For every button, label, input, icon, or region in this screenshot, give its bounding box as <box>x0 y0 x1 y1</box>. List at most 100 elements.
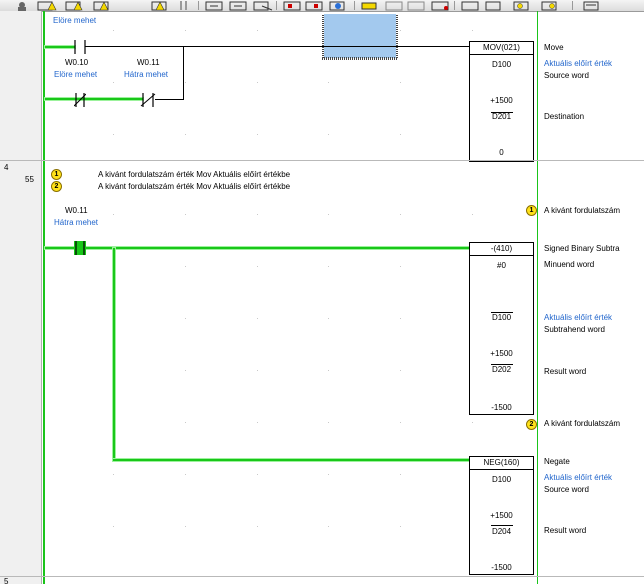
grid-dot <box>185 134 186 135</box>
grid-dot <box>328 422 329 423</box>
selected-cell[interactable] <box>324 14 396 58</box>
grid-dot <box>472 422 473 423</box>
contact-nc[interactable] <box>140 93 156 107</box>
rung-number: 5 <box>4 577 9 586</box>
grid-dot <box>400 474 401 475</box>
grid-dot <box>185 422 186 423</box>
grid-dot <box>400 134 401 135</box>
rung-separator <box>0 576 644 577</box>
selection-edge <box>322 57 398 60</box>
network-icon[interactable] <box>461 1 479 11</box>
operand-description: Source word <box>544 485 589 494</box>
output-comment: A kivánt fordulatszám <box>544 206 621 215</box>
ladder-icon[interactable] <box>205 1 223 11</box>
grid-dot <box>185 214 186 215</box>
mov-function-block[interactable]: MOV(021) D100 +1500 D201 0 <box>469 41 534 162</box>
operand-comment: Aktuális előírt érték <box>544 313 613 322</box>
grid-dot <box>328 134 329 135</box>
operand: D100 <box>491 313 512 322</box>
grid-dot <box>257 422 258 423</box>
contact-warning-icon[interactable] <box>37 1 57 11</box>
contact-no[interactable] <box>70 40 90 54</box>
grid-dot <box>472 214 473 215</box>
overline <box>491 312 513 313</box>
grid-dot <box>257 134 258 135</box>
comment-marker[interactable]: 1 <box>51 169 62 180</box>
comment-marker[interactable]: 2 <box>51 181 62 192</box>
operand: D201 <box>491 112 512 121</box>
network-icon[interactable] <box>541 1 557 11</box>
grid-dot <box>185 526 186 527</box>
toolbar-icons <box>18 1 599 11</box>
operand: D204 <box>491 527 512 536</box>
operand-description: Result word <box>544 526 587 535</box>
grid-dot <box>257 318 258 319</box>
wire <box>155 99 183 100</box>
contact-warning-icon[interactable] <box>65 1 83 11</box>
ladder-icon[interactable] <box>253 1 273 11</box>
operand-value: -1500 <box>491 563 512 572</box>
network-icon[interactable] <box>305 1 323 11</box>
wire <box>85 46 470 47</box>
subtract-function-block[interactable]: -(410) #0 D100 +1500 D202 -1500 <box>469 242 534 415</box>
grid-dot <box>400 214 401 215</box>
grid-dot <box>328 474 329 475</box>
grid-dot <box>185 30 186 31</box>
selection-edge <box>322 14 324 58</box>
grid-dot <box>328 266 329 267</box>
grid-dot <box>185 82 186 83</box>
operand-description: Source word <box>544 71 589 80</box>
toolbar <box>0 0 644 12</box>
operand: D202 <box>491 365 512 374</box>
grid-dot <box>400 318 401 319</box>
contact-no-powered[interactable] <box>74 241 86 255</box>
ladder-icon[interactable] <box>229 1 247 11</box>
grid-dot <box>400 370 401 371</box>
instruction-title: Signed Binary Subtra <box>544 244 620 253</box>
contact-warning-icon[interactable] <box>93 1 109 11</box>
grid-dot <box>113 474 114 475</box>
person-icon[interactable] <box>18 2 26 11</box>
output-comment-marker[interactable]: 2 <box>526 419 537 430</box>
selection-edge <box>396 14 398 58</box>
output-comment-marker[interactable]: 1 <box>526 205 537 216</box>
grid-dot <box>328 370 329 371</box>
powered-branch-wire <box>113 248 115 460</box>
operand-value: +1500 <box>490 349 513 358</box>
block-name: MOV(021) <box>470 42 533 55</box>
network-icon[interactable] <box>431 1 449 11</box>
branch-wire <box>183 46 184 100</box>
grid-dot <box>257 266 258 267</box>
contact-comment: Hátra mehet <box>54 218 99 227</box>
network-icon[interactable] <box>385 1 403 11</box>
network-icon[interactable] <box>513 1 529 11</box>
block-name: -(410) <box>470 243 533 256</box>
grid-dot <box>257 370 258 371</box>
grid-dot <box>257 82 258 83</box>
network-icon[interactable] <box>361 2 377 10</box>
grid-dot <box>328 214 329 215</box>
block-name: NEG(160) <box>470 457 533 470</box>
contact-address: W0.11 <box>137 58 160 67</box>
stack-icon[interactable] <box>583 1 599 11</box>
grid-dot <box>113 214 114 215</box>
left-power-rail <box>43 11 45 584</box>
contact-comment: Elöre mehet <box>54 70 98 79</box>
contact-warning-icon[interactable] <box>151 1 167 11</box>
network-icon[interactable] <box>329 1 345 11</box>
operand-comment: Aktuális előírt érték <box>544 473 613 482</box>
network-icon[interactable] <box>485 1 501 11</box>
network-icon[interactable] <box>407 1 425 11</box>
instruction-title: Move <box>544 43 564 52</box>
network-icon[interactable] <box>283 1 301 11</box>
contact-address: W0.11 <box>65 206 88 215</box>
rung-number-gutter <box>0 11 42 584</box>
grid-dot <box>185 318 186 319</box>
grid-dot <box>185 474 186 475</box>
contact-nc-powered[interactable] <box>74 93 86 107</box>
pause-icon[interactable] <box>180 1 187 10</box>
negate-function-block[interactable]: NEG(160) D100 +1500 D204 -1500 <box>469 456 534 575</box>
grid-dot <box>328 526 329 527</box>
rung-separator <box>0 160 644 161</box>
grid-dot <box>328 82 329 83</box>
